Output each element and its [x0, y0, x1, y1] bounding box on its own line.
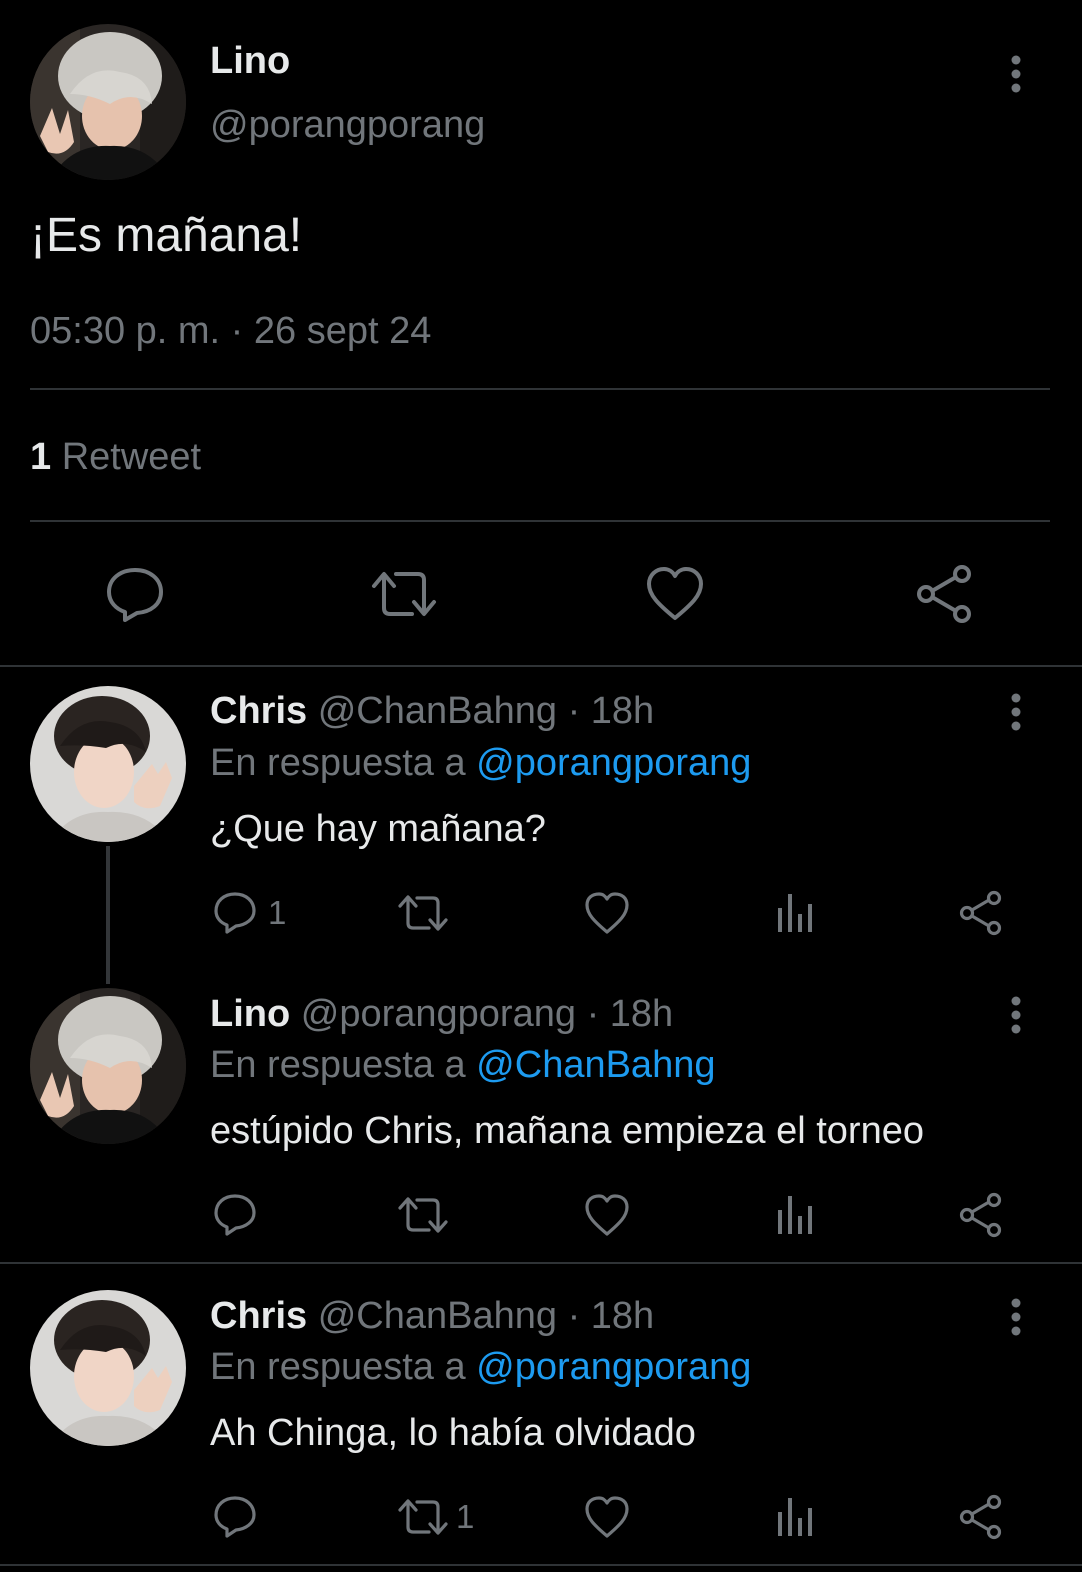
avatar-lino[interactable]: [30, 24, 186, 180]
reply-icon[interactable]: [104, 564, 166, 624]
reply-icon[interactable]: [212, 1192, 258, 1238]
analytics-icon[interactable]: [774, 1494, 818, 1540]
reply-to-link[interactable]: @ChanBahng: [476, 1044, 715, 1086]
more-options-icon[interactable]: [1006, 54, 1026, 94]
reply-time[interactable]: · 18h: [587, 993, 674, 1035]
tweet-timestamp[interactable]: 05:30 p. m. · 26 sept 24: [30, 310, 431, 353]
divider: [0, 665, 1082, 667]
tweet-text: ¡Es mañana!: [30, 209, 303, 262]
reply-text: Ah Chinga, lo había olvidado: [210, 1412, 696, 1454]
like-icon[interactable]: [584, 1494, 630, 1540]
reply-context: En respuesta a @porangporang: [210, 1346, 751, 1389]
reply-icon[interactable]: [212, 890, 258, 936]
reply-prefix: En respuesta a: [210, 1044, 466, 1086]
share-icon[interactable]: [958, 890, 1004, 936]
avatar-chris[interactable]: [30, 1290, 186, 1446]
retweet-stats[interactable]: 1 Retweet: [30, 436, 201, 479]
reply-icon[interactable]: [212, 1494, 258, 1540]
reply-handle[interactable]: @ChanBahng: [318, 690, 557, 732]
avatar-chris[interactable]: [30, 686, 186, 842]
more-options-icon[interactable]: [1006, 692, 1026, 732]
author-display-name[interactable]: Lino: [210, 40, 290, 83]
reply-text: estúpido Chris, mañana empieza el torneo: [210, 1110, 924, 1152]
author-handle[interactable]: @porangporang: [210, 104, 485, 147]
analytics-icon[interactable]: [774, 890, 818, 936]
like-icon[interactable]: [644, 564, 706, 624]
more-options-icon[interactable]: [1006, 995, 1026, 1035]
reply-handle[interactable]: @porangporang: [301, 993, 576, 1035]
retweet-icon[interactable]: [368, 564, 440, 624]
reply-time[interactable]: · 18h: [568, 1295, 655, 1337]
divider: [30, 388, 1050, 390]
reply-to-link[interactable]: @porangporang: [476, 1346, 751, 1388]
divider: [0, 1564, 1082, 1566]
retweet-count: 1: [30, 436, 52, 478]
reply-context: En respuesta a @porangporang: [210, 742, 751, 785]
reply-header[interactable]: Lino @porangporang · 18h: [210, 993, 673, 1036]
like-icon[interactable]: [584, 1192, 630, 1238]
avatar-lino[interactable]: [30, 988, 186, 1144]
reply-to-link[interactable]: @porangporang: [476, 742, 751, 784]
retweet-label: Retweet: [61, 436, 202, 478]
reply-text: ¿Que hay mañana?: [210, 808, 546, 850]
reply-prefix: En respuesta a: [210, 742, 466, 784]
reply-context: En respuesta a @ChanBahng: [210, 1044, 715, 1087]
reply-display-name[interactable]: Chris: [210, 690, 307, 732]
retweet-count: 1: [456, 1498, 475, 1535]
share-icon[interactable]: [914, 564, 976, 624]
thread-line: [106, 846, 110, 984]
divider: [0, 1262, 1082, 1264]
reply-header[interactable]: Chris @ChanBahng · 18h: [210, 690, 654, 733]
reply-count: 1: [268, 894, 287, 931]
share-icon[interactable]: [958, 1494, 1004, 1540]
more-options-icon[interactable]: [1006, 1297, 1026, 1337]
retweet-icon[interactable]: [396, 890, 450, 936]
reply-handle[interactable]: @ChanBahng: [318, 1295, 557, 1337]
reply-display-name[interactable]: Chris: [210, 1295, 307, 1337]
reply-time[interactable]: · 18h: [568, 690, 655, 732]
like-icon[interactable]: [584, 890, 630, 936]
reply-header[interactable]: Chris @ChanBahng · 18h: [210, 1295, 654, 1338]
analytics-icon[interactable]: [774, 1192, 818, 1238]
share-icon[interactable]: [958, 1192, 1004, 1238]
retweet-icon[interactable]: [396, 1494, 450, 1540]
divider: [30, 520, 1050, 522]
reply-display-name[interactable]: Lino: [210, 993, 290, 1035]
retweet-icon[interactable]: [396, 1192, 450, 1238]
reply-prefix: En respuesta a: [210, 1346, 466, 1388]
